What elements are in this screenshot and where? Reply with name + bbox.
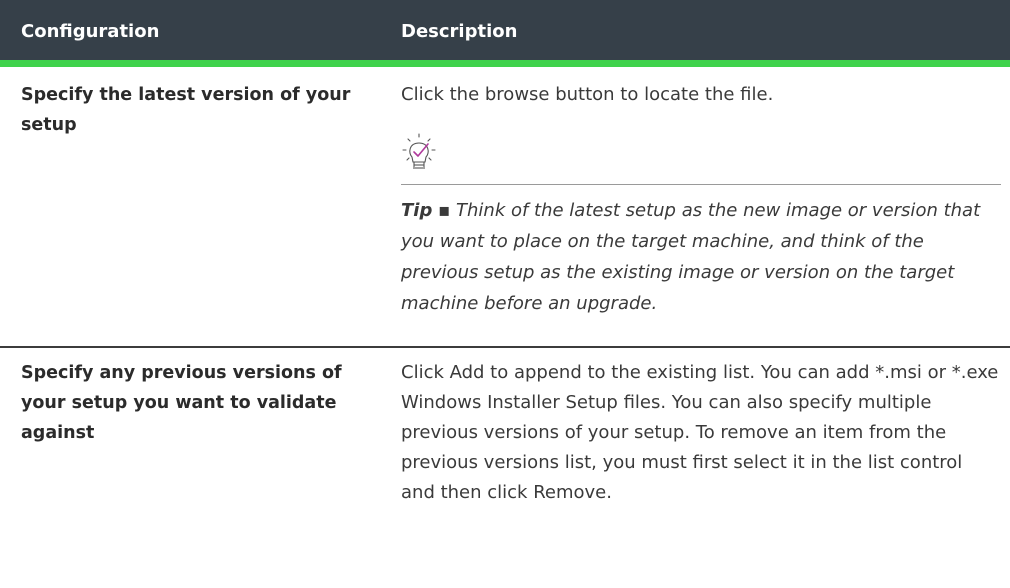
tip-label: Tip	[401, 200, 433, 221]
description-cell: Click Add to append to the existing list…	[401, 362, 999, 503]
table-header: Configuration Description	[0, 0, 1010, 60]
table-row: Specify any previous versions of your se…	[0, 347, 1010, 588]
lightbulb-check-icon	[402, 133, 436, 169]
tip-divider	[401, 184, 1001, 185]
config-cell: Specify the latest version of your setup	[21, 85, 351, 135]
tip-separator: ▪	[438, 200, 451, 221]
header-description: Description	[401, 21, 518, 42]
tip-text: Tip ▪ Think of the latest setup as the n…	[401, 195, 1001, 319]
header-accent-bar	[0, 60, 1010, 67]
configuration-table: Configuration Description Specify the la…	[0, 0, 1010, 588]
tip-body: Think of the latest setup as the new ima…	[401, 200, 981, 314]
table-row: Specify the latest version of your setup…	[0, 67, 1010, 348]
header-configuration: Configuration	[21, 21, 160, 42]
config-cell: Specify any previous versions of your se…	[21, 363, 342, 443]
description-cell: Click the browse button to locate the fi…	[401, 84, 774, 105]
